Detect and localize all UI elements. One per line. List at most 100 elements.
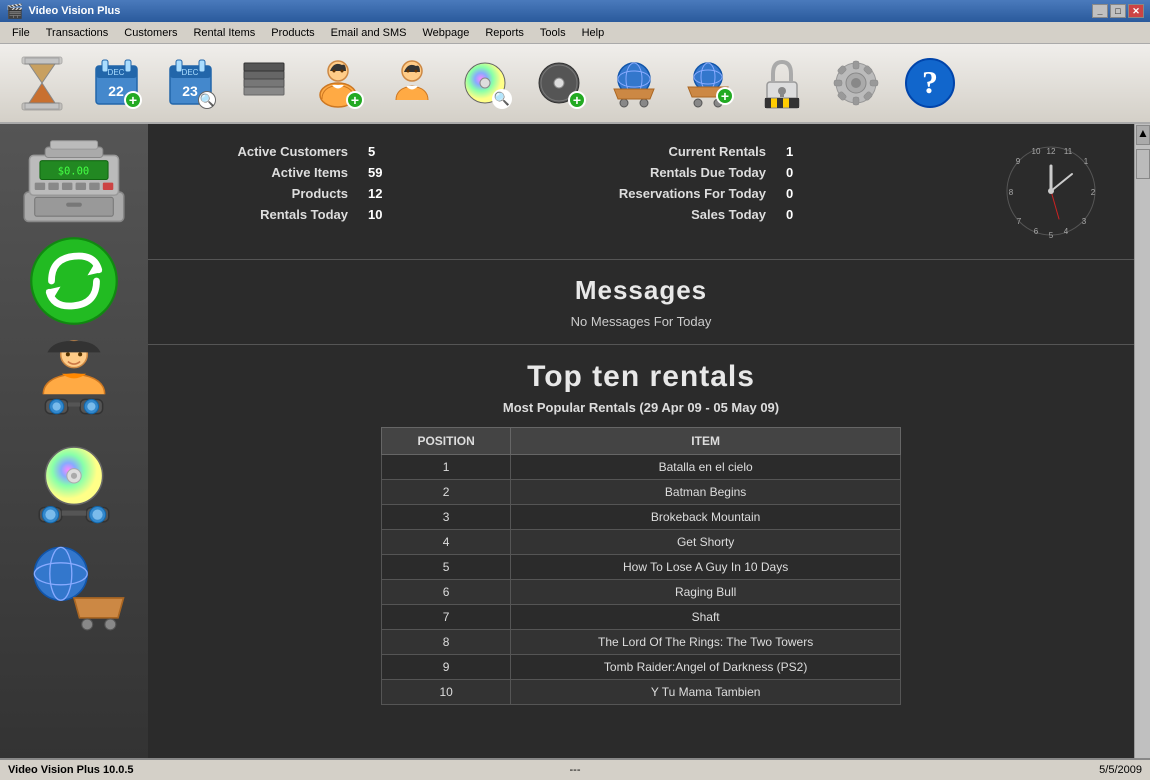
toolbar: 22 DEC + 23 DEC 🔍 — [0, 44, 1150, 124]
security-button[interactable] — [748, 49, 816, 117]
restore-button[interactable]: □ — [1110, 4, 1126, 18]
table-row: 5How To Lose A Guy In 10 Days — [382, 555, 901, 580]
cart-add-button[interactable]: + — [674, 49, 742, 117]
app-title: Video Vision Plus — [28, 5, 120, 17]
item-cell: Raging Bull — [511, 580, 901, 605]
rentals-body: 1Batalla en el cielo2Batman Begins3Broke… — [382, 455, 901, 705]
rentals-due-value: 0 — [786, 165, 826, 180]
menu-products[interactable]: Products — [263, 25, 322, 41]
rentals-today-value: 10 — [368, 207, 408, 222]
stat-rentals-today: Rentals Today 10 — [168, 207, 408, 222]
menu-customers[interactable]: Customers — [116, 25, 185, 41]
item-cell: Batalla en el cielo — [511, 455, 901, 480]
table-row: 3Brokeback Mountain — [382, 505, 901, 530]
scrollbar[interactable]: ▲ — [1134, 124, 1150, 758]
table-row: 1Batalla en el cielo — [382, 455, 901, 480]
rentals-subtitle: Most Popular Rentals (29 Apr 09 - 05 May… — [168, 400, 1114, 415]
menu-webpage[interactable]: Webpage — [414, 25, 477, 41]
cart-globe-icon — [19, 542, 129, 632]
svg-text:10: 10 — [1032, 147, 1041, 156]
messages-text: No Messages For Today — [168, 314, 1114, 329]
position-cell: 8 — [382, 630, 511, 655]
main-layout: $0.00 — [0, 124, 1150, 758]
customer-edit-icon — [387, 57, 437, 109]
search-rental-button[interactable]: 23 DEC 🔍 — [156, 49, 224, 117]
new-customer-button[interactable]: + — [304, 49, 372, 117]
table-row: 10Y Tu Mama Tambien — [382, 680, 901, 705]
col-item: ITEM — [511, 428, 901, 455]
stat-sales-today: Sales Today 0 — [586, 207, 826, 222]
scrollbar-up[interactable]: ▲ — [1136, 125, 1150, 145]
sidebar-refresh[interactable] — [19, 236, 129, 326]
position-cell: 1 — [382, 455, 511, 480]
refresh-icon — [19, 236, 129, 326]
menu-file[interactable]: File — [4, 25, 38, 41]
cash-register-icon: $0.00 — [19, 134, 129, 224]
active-customers-value: 5 — [368, 144, 408, 159]
stats-section: Active Customers 5 Active Items 59 Produ… — [148, 124, 1134, 260]
reservations-label: Reservations For Today — [586, 186, 766, 201]
svg-text:23: 23 — [182, 83, 198, 99]
cart-search-button[interactable] — [600, 49, 668, 117]
svg-text:5: 5 — [1049, 231, 1054, 239]
svg-text:2: 2 — [1091, 188, 1096, 197]
menu-tools[interactable]: Tools — [532, 25, 574, 41]
svg-text:7: 7 — [1017, 217, 1022, 226]
svg-text:11: 11 — [1064, 147, 1073, 156]
messages-title: Messages — [168, 275, 1114, 306]
sidebar-search-customer[interactable] — [19, 338, 129, 428]
stat-reservations: Reservations For Today 0 — [586, 186, 826, 201]
app-icon: 🎬 — [6, 3, 23, 20]
rentals-due-label: Rentals Due Today — [586, 165, 766, 180]
hourglass-button[interactable] — [8, 49, 76, 117]
scrollbar-thumb[interactable] — [1136, 149, 1150, 179]
menu-help[interactable]: Help — [574, 25, 613, 41]
svg-text:6: 6 — [1034, 227, 1039, 236]
rentals-title: Top ten rentals — [168, 360, 1114, 394]
cart-search-icon — [608, 57, 660, 109]
menu-reports[interactable]: Reports — [477, 25, 532, 41]
active-items-label: Active Items — [168, 165, 348, 180]
menu-email-sms[interactable]: Email and SMS — [323, 25, 415, 41]
disc-binoculars-icon — [19, 440, 129, 530]
clock-area: 12 1 2 3 4 5 6 7 8 9 10 11 — [1004, 144, 1104, 244]
minimize-button[interactable]: _ — [1092, 4, 1108, 18]
active-items-value: 59 — [368, 165, 408, 180]
menu-rental-items[interactable]: Rental Items — [185, 25, 263, 41]
item-cell: The Lord Of The Rings: The Two Towers — [511, 630, 901, 655]
hourglass-icon — [17, 56, 67, 111]
help-button[interactable]: ? — [896, 49, 964, 117]
sidebar-search-disc[interactable] — [19, 440, 129, 530]
item-cell: Y Tu Mama Tambien — [511, 680, 901, 705]
edit-customer-button[interactable] — [378, 49, 446, 117]
menu-transactions[interactable]: Transactions — [38, 25, 117, 41]
svg-text:?: ? — [922, 64, 938, 100]
settings-button[interactable] — [822, 49, 890, 117]
sidebar-cart[interactable] — [19, 542, 129, 632]
sidebar-register[interactable]: $0.00 — [19, 134, 129, 224]
add-rental-button[interactable]: 22 DEC + — [82, 49, 150, 117]
status-mid: --- — [386, 764, 764, 776]
disc-add-button[interactable]: + — [526, 49, 594, 117]
reservations-value: 0 — [786, 186, 826, 201]
stat-products: Products 12 — [168, 186, 408, 201]
svg-text:9: 9 — [1016, 157, 1021, 166]
position-cell: 10 — [382, 680, 511, 705]
col-position: POSITION — [382, 428, 511, 455]
active-customers-label: Active Customers — [168, 144, 348, 159]
table-row: 2Batman Begins — [382, 480, 901, 505]
svg-text:12: 12 — [1047, 147, 1056, 156]
returns-button[interactable] — [230, 49, 298, 117]
current-rentals-value: 1 — [786, 144, 826, 159]
table-row: 4Get Shorty — [382, 530, 901, 555]
status-bar: Video Vision Plus 10.0.5 --- 5/5/2009 — [0, 758, 1150, 780]
messages-section: Messages No Messages For Today — [148, 260, 1134, 345]
sales-today-value: 0 — [786, 207, 826, 222]
disc-search-button[interactable]: 🔍 — [452, 49, 520, 117]
close-button[interactable]: ✕ — [1128, 4, 1144, 18]
svg-text:8: 8 — [1009, 188, 1014, 197]
rentals-section: Top ten rentals Most Popular Rentals (29… — [148, 345, 1134, 720]
item-cell: Tomb Raider:Angel of Darkness (PS2) — [511, 655, 901, 680]
products-value: 12 — [368, 186, 408, 201]
rentals-today-label: Rentals Today — [168, 207, 348, 222]
